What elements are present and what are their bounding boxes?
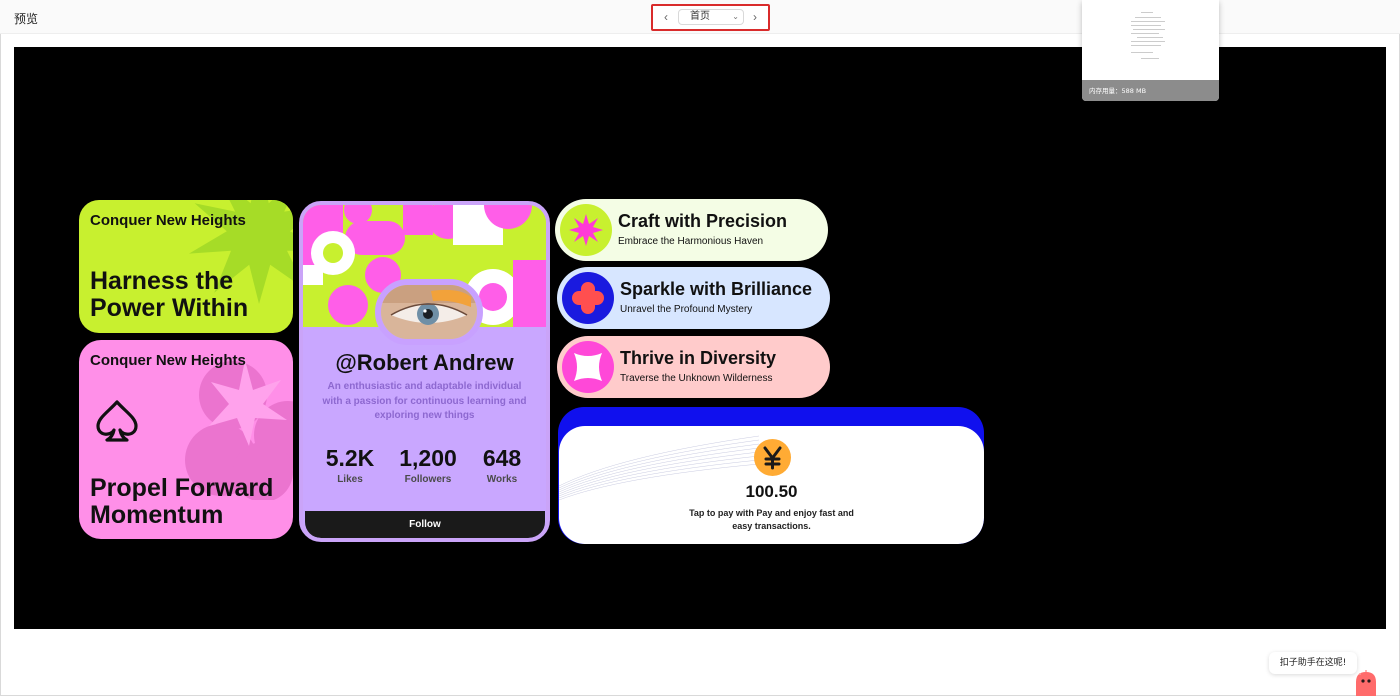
chevron-down-icon: ⌄ xyxy=(732,12,739,21)
chevron-left-icon[interactable]: ‹ xyxy=(659,10,673,24)
page-select-value: 首页 xyxy=(690,11,710,22)
payment-card: 100.50 Tap to pay with Pay and enjoy fas… xyxy=(558,407,984,544)
stat-label: Followers xyxy=(404,474,452,485)
profile-bio: An enthusiastic and adaptable individual… xyxy=(322,381,527,421)
card-heading-line1: Harness the xyxy=(90,267,234,295)
minimap-thumbnail xyxy=(1082,0,1219,80)
stat-label: Works xyxy=(486,474,518,485)
card-heading-line1: Propel Forward xyxy=(90,474,274,502)
stat-likes: 5.2K Likes xyxy=(310,445,390,485)
minimap-page xyxy=(1127,8,1173,68)
card-heading: Propel Forward Momentum xyxy=(90,475,273,529)
pill-title: Thrive in Diversity xyxy=(620,348,777,368)
stat-label: Likes xyxy=(337,474,363,485)
pinwheel-icon xyxy=(562,341,614,393)
pill-sparkle-brilliance: Sparkle with Brilliance Unravel the Prof… xyxy=(557,267,830,329)
stat-followers: 1,200 Followers xyxy=(388,445,468,485)
memory-usage: 内存用量：588 MB xyxy=(1089,87,1147,95)
stat-works: 648 Works xyxy=(462,445,542,485)
stat-value: 648 xyxy=(482,445,522,471)
stat-value: 5.2K xyxy=(325,445,375,471)
payment-panel: 100.50 Tap to pay with Pay and enjoy fas… xyxy=(559,426,984,544)
clover-icon xyxy=(562,272,614,324)
page-switcher: ‹ 首页 ⌄ › xyxy=(651,4,770,31)
card-propel-forward: Conquer New Heights Propel Forward Momen… xyxy=(79,340,293,539)
payment-amount: 100.50 xyxy=(745,482,798,501)
pill-title: Sparkle with Brilliance xyxy=(620,279,813,299)
assistant-bubble[interactable]: 扣子助手在这呢! xyxy=(1269,652,1357,674)
profile-handle: @Robert Andrew xyxy=(335,350,514,375)
pill-title: Craft with Precision xyxy=(618,211,788,231)
profile-card: @Robert Andrew An enthusiastic and adapt… xyxy=(299,201,550,542)
pill-subtitle: Embrace the Harmonious Haven xyxy=(618,236,764,247)
pill-craft-precision: Craft with Precision Embrace the Harmoni… xyxy=(555,199,828,261)
card-kicker: Conquer New Heights xyxy=(90,352,246,369)
minimap-popup[interactable]: 内存用量：588 MB xyxy=(1082,0,1219,101)
page-select[interactable]: 首页 ⌄ xyxy=(678,9,744,25)
payment-note: Tap to pay with Pay and enjoy fast and e… xyxy=(689,508,854,531)
yen-icon xyxy=(754,439,791,476)
pill-subtitle: Traverse the Unknown Wilderness xyxy=(620,373,773,384)
starburst-icon xyxy=(560,204,612,256)
card-heading-line2: Momentum xyxy=(90,501,224,529)
spade-icon xyxy=(96,400,138,442)
stat-value: 1,200 xyxy=(399,445,457,471)
page-title: 预览 xyxy=(14,12,39,26)
pill-thrive-diversity: Thrive in Diversity Traverse the Unknown… xyxy=(557,336,830,398)
assistant-mascot-icon[interactable] xyxy=(1352,668,1380,696)
avatar xyxy=(375,279,483,345)
pill-subtitle: Unravel the Profound Mystery xyxy=(620,304,753,315)
chevron-right-icon[interactable]: › xyxy=(748,10,762,24)
card-heading: Harness the Power Within xyxy=(90,268,248,322)
card-harness-power: Conquer New Heights Harness the Power Wi… xyxy=(79,200,293,333)
minimap-status: 内存用量：588 MB xyxy=(1082,80,1219,101)
follow-button[interactable]: Follow xyxy=(305,511,545,538)
card-kicker: Conquer New Heights xyxy=(90,212,246,229)
card-heading-line2: Power Within xyxy=(90,294,249,322)
eye-portrait-image xyxy=(381,285,477,339)
